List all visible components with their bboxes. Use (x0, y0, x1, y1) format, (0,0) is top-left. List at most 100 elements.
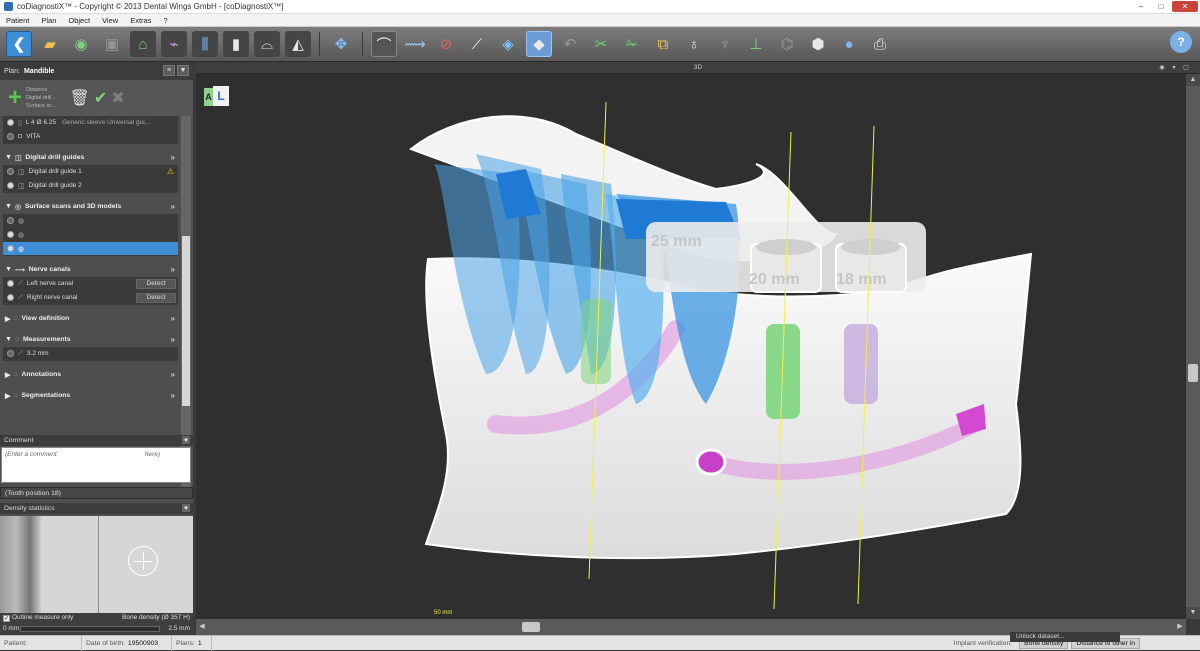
scrollbar-thumb[interactable] (1188, 364, 1198, 382)
panel-toggle-icon[interactable]: ◆ (182, 504, 190, 512)
cube-select-icon[interactable]: ◆ (526, 31, 552, 57)
eye-icon[interactable]: ◉ (1158, 64, 1166, 72)
section-nerve-canals[interactable]: ▼ ⟿ Nerve canals » (3, 262, 178, 277)
panel-toggle-icon[interactable]: ◆ (182, 436, 190, 444)
scroll-up-icon[interactable]: ▲ (1186, 74, 1200, 86)
section-measurements[interactable]: ▼ ◌ Measurements » (3, 332, 178, 347)
help-icon[interactable]: ? (1170, 31, 1192, 53)
segment-tooth-icon[interactable]: ✂ (588, 31, 614, 57)
segment-tooth-2-icon[interactable]: ✁ (619, 31, 645, 57)
printer-icon[interactable]: ⎙ (867, 31, 893, 57)
visibility-radio[interactable] (7, 245, 14, 252)
section-segmentations[interactable]: ▶ ◌ Segmentations » (3, 388, 178, 403)
surface-scan-row[interactable]: ◍ (3, 228, 178, 242)
close-button[interactable]: ✕ (1172, 1, 1198, 12)
implant-icon[interactable]: ⫼ (192, 31, 218, 57)
scrollbar-thumb[interactable] (522, 622, 540, 632)
nerve-canal-row[interactable]: ⟋ Right nerve canal Detect (3, 291, 178, 305)
density-slider[interactable] (20, 626, 160, 632)
menu-object[interactable]: Object (68, 16, 90, 25)
restore-icon[interactable]: ▢ (1182, 64, 1190, 72)
nerve-canal-row[interactable]: ⟋ Left nerve canal Detect (3, 277, 178, 291)
measurement-row[interactable]: ⟋ 3.2 mm (3, 347, 178, 361)
section-view-definition[interactable]: ▶ ◌ View definition » (3, 311, 178, 326)
collapse-chevron-icon[interactable]: » (171, 335, 175, 344)
comment-field[interactable]: (Enter a comment here) (1, 447, 191, 483)
detect-button[interactable]: Detect (136, 279, 176, 289)
guide-dim-icon[interactable]: ⌬ (774, 31, 800, 57)
undo-icon[interactable]: ↶ (557, 31, 583, 57)
scroll-down-icon[interactable]: ▼ (1186, 607, 1200, 619)
menu-extras[interactable]: Extras (130, 16, 151, 25)
tooth-position-select[interactable]: (Tooth position 18) (0, 487, 193, 499)
menu-patient[interactable]: Patient (6, 16, 29, 25)
plan-collapse-icon[interactable]: ▼ (177, 65, 189, 76)
scan-merge-icon[interactable]: ⧉ (650, 31, 676, 57)
sleeve-icon[interactable]: ⌁ (161, 31, 187, 57)
visibility-radio[interactable] (7, 133, 14, 140)
menu-view[interactable]: View (102, 16, 118, 25)
collapse-chevron-icon[interactable]: » (171, 391, 175, 400)
collapse-chevron-icon[interactable]: » (171, 265, 175, 274)
sleeve-adjust-icon[interactable]: ⊥ (743, 31, 769, 57)
menu-plan[interactable]: Plan (41, 16, 56, 25)
visibility-radio[interactable] (7, 119, 14, 126)
open-folder-icon[interactable]: ▰ (37, 31, 63, 57)
visibility-radio[interactable] (7, 280, 14, 287)
implant-row[interactable]: ◘ VITA (3, 130, 178, 144)
detect-button[interactable]: Detect (136, 293, 176, 303)
delete-nerve-icon[interactable]: ⊘ (433, 31, 459, 57)
drill-guide-row[interactable]: ◫ Digital drill guide 1 ⚠ (3, 165, 178, 179)
collapse-chevron-icon[interactable]: » (171, 370, 175, 379)
crosshair-icon[interactable] (128, 546, 158, 576)
trash-icon[interactable]: 🗑 (70, 88, 90, 108)
model-icon[interactable]: ⬢ (805, 31, 831, 57)
export-icon[interactable]: ▣ (99, 31, 125, 57)
view-cube-l[interactable]: L (213, 86, 229, 106)
visibility-radio[interactable] (7, 168, 14, 175)
move-axis-icon[interactable]: ✥ (328, 31, 354, 57)
unlock-dataset-tooltip[interactable]: Unlock dataset... (1010, 632, 1120, 642)
view-orientation-cube[interactable]: A L (204, 86, 230, 108)
surface-scan-row[interactable]: ◍ (3, 242, 178, 256)
drill-guide-row[interactable]: ◫ Digital drill guide 2 (3, 179, 178, 193)
visibility-radio[interactable] (7, 294, 14, 301)
collapse-chevron-icon[interactable]: » (171, 202, 175, 211)
section-surface-scans[interactable]: ▼ ◎ Surface scans and 3D models » (3, 199, 178, 214)
guide-print-icon[interactable]: ◭ (285, 31, 311, 57)
tooth-icon[interactable]: ♁ (681, 31, 707, 57)
drill-guide-icon[interactable]: ⌓ (254, 31, 280, 57)
collapse-chevron-icon[interactable]: » (171, 153, 175, 162)
surface-scan-row[interactable]: ◍ (3, 214, 178, 228)
abutment-icon[interactable]: ▮ (223, 31, 249, 57)
ruler-icon[interactable]: ⟋ (464, 31, 490, 57)
implant-add-icon[interactable]: ⌂ (130, 31, 156, 57)
plan-menu-icon[interactable]: ≡ (163, 65, 175, 76)
visibility-radio[interactable] (7, 231, 14, 238)
scroll-right-icon[interactable]: ▶ (1174, 621, 1186, 633)
section-drill-guides[interactable]: ▼ ◫ Digital drill guides » (3, 150, 178, 165)
cube-view-icon[interactable]: ◈ (495, 31, 521, 57)
tooth-dim-icon[interactable]: ♆ (712, 31, 738, 57)
section-annotations[interactable]: ▶ ◌ Annotations » (3, 367, 178, 382)
collapse-chevron-icon[interactable]: » (171, 314, 175, 323)
outline-checkbox[interactable]: ✓ (3, 615, 10, 622)
view-cube-a[interactable]: A (204, 88, 213, 106)
visibility-radio[interactable] (7, 182, 14, 189)
panoramic-curve-icon[interactable]: ⌒ (371, 31, 397, 57)
implant-row[interactable]: ▯ L 4 Ø 6.25 Generic sleeve Universal gu… (3, 116, 178, 130)
visibility-radio[interactable] (7, 217, 14, 224)
maximize-button[interactable]: □ (1152, 1, 1170, 12)
scroll-left-icon[interactable]: ◀ (196, 621, 208, 633)
sphere-icon[interactable]: ● (836, 31, 862, 57)
cancel-icon[interactable]: ✖ (111, 88, 124, 108)
add-object-icon[interactable]: + (8, 84, 22, 112)
scrollbar-thumb[interactable] (182, 236, 190, 406)
nerve-icon[interactable]: ⟿ (402, 31, 428, 57)
visibility-radio[interactable] (7, 350, 14, 357)
back-button[interactable]: ❮ (6, 31, 32, 57)
viewport-3d[interactable]: 25 mm 20 mm 18 mm 50 mm A L (196, 74, 1186, 619)
dropdown-icon[interactable]: ▾ (1170, 64, 1178, 72)
viewport-vscrollbar[interactable]: ▲ ▼ (1186, 74, 1200, 619)
verify-icon[interactable]: ✔ (94, 88, 107, 108)
